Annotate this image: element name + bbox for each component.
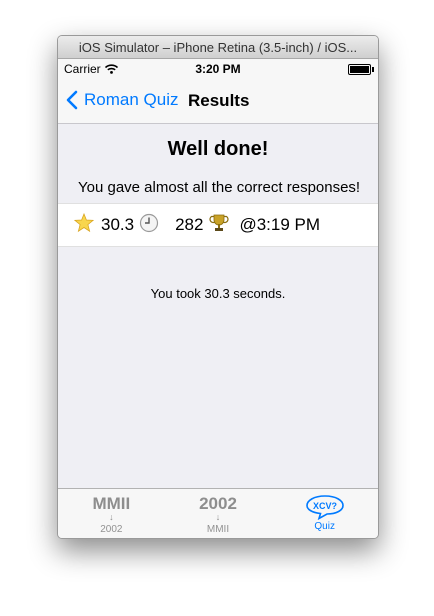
- completion-timestamp: @3:19 PM: [239, 215, 321, 234]
- quiz-icon-text: XCV?: [313, 501, 337, 511]
- status-time: 3:20 PM: [195, 62, 241, 76]
- score-value: 282: [175, 215, 204, 234]
- simulator-window: iOS Simulator – iPhone Retina (3.5-inch)…: [57, 35, 379, 539]
- tab-arabic-to-roman[interactable]: 2002 ↓ MMII: [165, 489, 272, 538]
- clock-icon: [139, 213, 159, 238]
- results-content: Well done! You gave almost all the corre…: [58, 124, 378, 489]
- tab-bar: MMII ↓ 2002 2002 ↓ MMII XCV? Quiz: [58, 488, 378, 538]
- results-heading: Well done!: [167, 138, 269, 160]
- window-titlebar[interactable]: iOS Simulator – iPhone Retina (3.5-inch)…: [58, 36, 378, 59]
- star-icon: [73, 212, 95, 238]
- page-title: Results: [188, 91, 250, 110]
- time-value: 30.3: [101, 215, 135, 234]
- navigation-bar: Roman Quiz Results: [58, 79, 378, 124]
- tab-arabic-glyph: 2002: [199, 494, 237, 513]
- stats-row[interactable]: 30.3 282 @3:19 PM: [58, 203, 378, 247]
- tab-label: Quiz: [314, 521, 335, 532]
- status-bar: Carrier 3:20 PM: [58, 59, 378, 79]
- tab-roman-glyph: MMII: [92, 494, 131, 513]
- battery-icon: [348, 64, 374, 75]
- back-button-label: Roman Quiz: [84, 90, 179, 109]
- back-button[interactable]: Roman Quiz: [66, 90, 178, 110]
- results-message: You gave almost all the correct response…: [78, 179, 361, 196]
- down-arrow-icon: ↓: [109, 512, 114, 522]
- tab-label: 2002: [100, 524, 123, 535]
- tab-roman-to-arabic[interactable]: MMII ↓ 2002: [58, 489, 165, 538]
- trophy-icon: [209, 213, 230, 238]
- back-chevron-icon: [66, 90, 78, 110]
- window-title: iOS Simulator – iPhone Retina (3.5-inch)…: [78, 39, 358, 55]
- speech-bubble-icon: XCV?: [305, 495, 344, 520]
- tab-label: MMII: [206, 524, 230, 535]
- tab-quiz[interactable]: XCV? Quiz: [271, 489, 378, 538]
- down-arrow-icon: ↓: [215, 512, 221, 522]
- time-summary: You took 30.3 seconds.: [150, 286, 286, 301]
